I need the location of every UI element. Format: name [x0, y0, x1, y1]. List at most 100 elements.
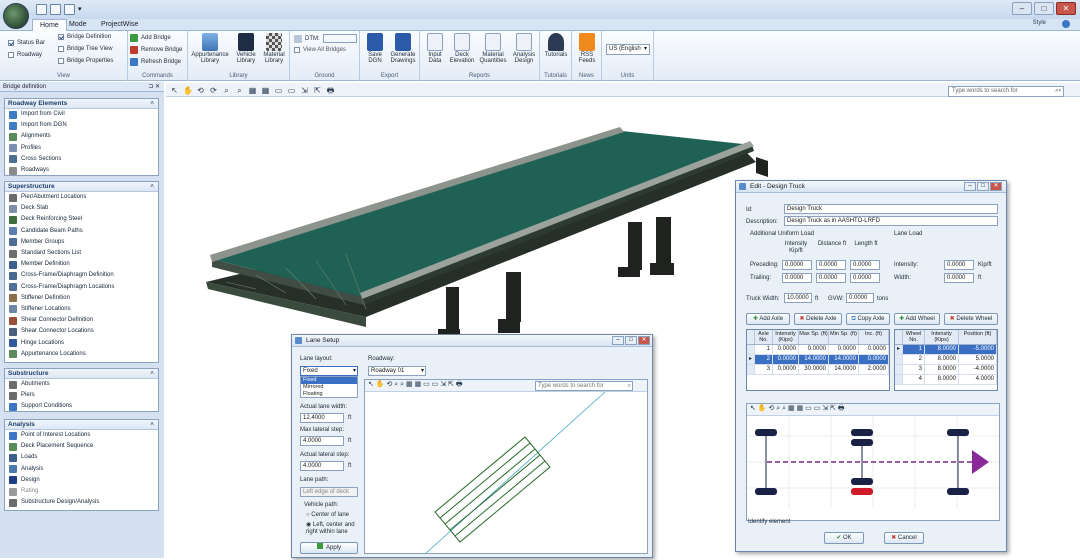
column-header[interactable]: Axle No. — [755, 330, 773, 344]
table-cell[interactable]: 14.0000 — [799, 355, 829, 365]
row-selector[interactable] — [747, 365, 755, 375]
dtm-select[interactable]: DTM: — [294, 34, 357, 43]
radio-center-of-lane[interactable]: ○ Center of lane — [306, 512, 349, 518]
lane-preview-view[interactable]: ↖ ✋ ⟲ ⌕ ⌕ ▦ ▦ ▭ ▭ ⇲ ⇱ 🖶 Type words to se… — [364, 379, 648, 554]
collapse-icon[interactable]: ⇱ — [313, 86, 322, 95]
style-menu[interactable]: Style — [1033, 20, 1046, 26]
column-header[interactable]: Intensity (Kips) — [925, 330, 959, 344]
table-row[interactable]: 3 0.0000 30.0000 14.0000 2.0000 — [747, 365, 889, 375]
list-item[interactable]: Cross-Frame/Diaphragm Locations — [5, 282, 158, 293]
table-cell[interactable]: 8.0000 — [925, 365, 959, 375]
trailing-intensity-field[interactable]: 0.0000 — [782, 273, 812, 283]
maximize-icon[interactable]: □ — [625, 336, 637, 345]
zoom-out-icon[interactable]: ⌕ — [235, 86, 244, 95]
table-cell[interactable]: 2 — [755, 355, 773, 365]
rotate-icon[interactable]: ⟲ — [196, 86, 205, 95]
list-item[interactable]: Roadways — [5, 165, 158, 176]
table-cell[interactable]: 8.0000 — [925, 345, 959, 355]
list-item[interactable]: Substructure Design/Analysis — [5, 497, 158, 508]
table-cell[interactable]: 14.0000 — [829, 365, 859, 375]
row-selector[interactable]: ▸ — [895, 345, 903, 355]
checkbox-icon[interactable] — [8, 52, 14, 58]
table-row[interactable]: ▸ 1 8.0000 -5.0000 — [895, 345, 997, 355]
table-cell[interactable]: 0.0000 — [859, 355, 889, 365]
app-logo[interactable] — [3, 3, 29, 29]
close-icon[interactable]: ✕ — [990, 182, 1002, 191]
option-mirrored[interactable]: Mirrored — [301, 384, 357, 391]
list-item[interactable]: Member Groups — [5, 237, 158, 248]
tab-mode[interactable]: Mode — [62, 19, 94, 31]
table-cell[interactable]: 0.0000 — [799, 345, 829, 355]
expand-icon[interactable]: ⇲ — [300, 86, 309, 95]
vehicle-library-button[interactable]: Vehicle Library — [232, 33, 260, 64]
section-header[interactable]: Roadway Elements — [5, 99, 158, 109]
units-select[interactable]: US (English ▾ — [606, 44, 650, 55]
lane-width-field[interactable]: 0.0000 — [944, 273, 974, 283]
list-item[interactable]: Candidate Beam Paths — [5, 226, 158, 237]
preview-search-input[interactable]: Type words to search for ⌕ — [535, 381, 633, 391]
list-item[interactable]: Appurtenance Locations — [5, 349, 158, 360]
lane-intensity-field[interactable]: 0.0000 — [944, 260, 974, 270]
rss-feeds-button[interactable]: RSS Feeds — [574, 33, 600, 64]
close-icon[interactable]: ✕ — [1056, 2, 1076, 15]
gvw-field[interactable]: 0.0000 — [846, 293, 874, 303]
checkbox-icon[interactable] — [58, 34, 64, 40]
search-input[interactable]: Type words to search for ⌕▾ — [948, 86, 1064, 97]
refresh-bridge-button[interactable]: Refresh Bridge — [130, 58, 181, 66]
truck-width-field[interactable]: 10.0000 — [784, 293, 812, 303]
option-floating[interactable]: Floating — [301, 391, 357, 398]
bridge-tree-view-toggle[interactable]: Bridge Tree View — [58, 46, 113, 52]
list-item[interactable]: Pier/Abutment Locations — [5, 192, 158, 203]
checkbox-icon[interactable] — [58, 58, 64, 64]
list-item[interactable]: Design — [5, 475, 158, 486]
checkbox-icon[interactable] — [8, 40, 14, 46]
tutorials-button[interactable]: Tutorials — [542, 33, 570, 58]
table-row[interactable]: 4 8.0000 4.0000 — [895, 375, 997, 385]
row-selector[interactable] — [747, 345, 755, 355]
list-item[interactable]: Import from DGN — [5, 120, 158, 131]
material-library-button[interactable]: Material Library — [260, 33, 288, 64]
window-icon[interactable]: ▦ — [261, 86, 270, 95]
rotate-view-icon[interactable]: ⟳ — [209, 86, 218, 95]
checkbox-icon[interactable] — [294, 47, 300, 53]
roadway-toggle[interactable]: Roadway — [8, 52, 42, 58]
list-item[interactable]: Import from Civil — [5, 109, 158, 120]
truck-preview-view[interactable]: ↖ ✋ ⟲ ⌕ ⌕ ▦ ▦ ▭ ▭ ⇲ ⇱ 🖶 — [746, 403, 1000, 521]
table-cell[interactable]: -5.0000 — [959, 345, 997, 355]
list-item[interactable]: Loads — [5, 452, 158, 463]
table-row[interactable]: 3 8.0000 -4.0000 — [895, 365, 997, 375]
material-quantities-report-button[interactable]: Material Quantities — [478, 33, 508, 64]
table-cell[interactable]: 8.0000 — [925, 355, 959, 365]
table-row[interactable]: 1 0.0000 0.0000 0.0000 0.0000 — [747, 345, 889, 355]
table-cell[interactable]: 3 — [903, 365, 925, 375]
list-item[interactable]: Support Conditions — [5, 401, 158, 412]
list-item[interactable]: Point of Interest Locations — [5, 430, 158, 441]
generate-drawings-button[interactable]: Generate Drawings — [388, 33, 418, 64]
preceding-intensity-field[interactable]: 0.0000 — [782, 260, 812, 270]
bridge-properties-toggle[interactable]: Bridge Properties — [58, 58, 113, 64]
section-header[interactable]: Substructure — [5, 369, 158, 379]
table-cell[interactable]: 2.0000 — [859, 365, 889, 375]
wheel-table[interactable]: Wheel No. Intensity (Kips) Position (ft) ▸ 1… — [894, 329, 998, 391]
list-item[interactable]: Rating — [5, 486, 158, 497]
new-icon[interactable] — [36, 4, 47, 15]
table-cell[interactable]: 0.0000 — [773, 365, 799, 375]
option-fixed[interactable]: Fixed — [301, 377, 357, 384]
list-item[interactable]: Abutments — [5, 379, 158, 390]
list-item[interactable]: Deck Reinforcing Steel — [5, 214, 158, 225]
table-cell[interactable]: 0.0000 — [773, 355, 799, 365]
status-bar-toggle[interactable]: Status Bar — [8, 40, 45, 46]
cancel-button[interactable]: ✖ Cancel — [884, 532, 924, 544]
pan-icon[interactable]: ✋ — [183, 86, 193, 95]
minimize-icon[interactable]: – — [1012, 2, 1032, 15]
trailing-distance-field[interactable]: 0.0000 — [816, 273, 846, 283]
save-dgn-button[interactable]: Save DGN — [364, 33, 386, 64]
open-icon[interactable] — [50, 4, 61, 15]
table-row[interactable]: ▸ 2 0.0000 14.0000 14.0000 0.0000 — [747, 355, 889, 365]
table-cell[interactable]: 0.0000 — [829, 345, 859, 355]
section-header[interactable]: Superstructure — [5, 182, 158, 192]
list-item[interactable]: Hinge Locations — [5, 337, 158, 348]
print-icon[interactable]: 🖶 — [326, 86, 335, 95]
row-selector[interactable] — [895, 355, 903, 365]
column-header[interactable]: Wheel No. — [903, 330, 925, 344]
